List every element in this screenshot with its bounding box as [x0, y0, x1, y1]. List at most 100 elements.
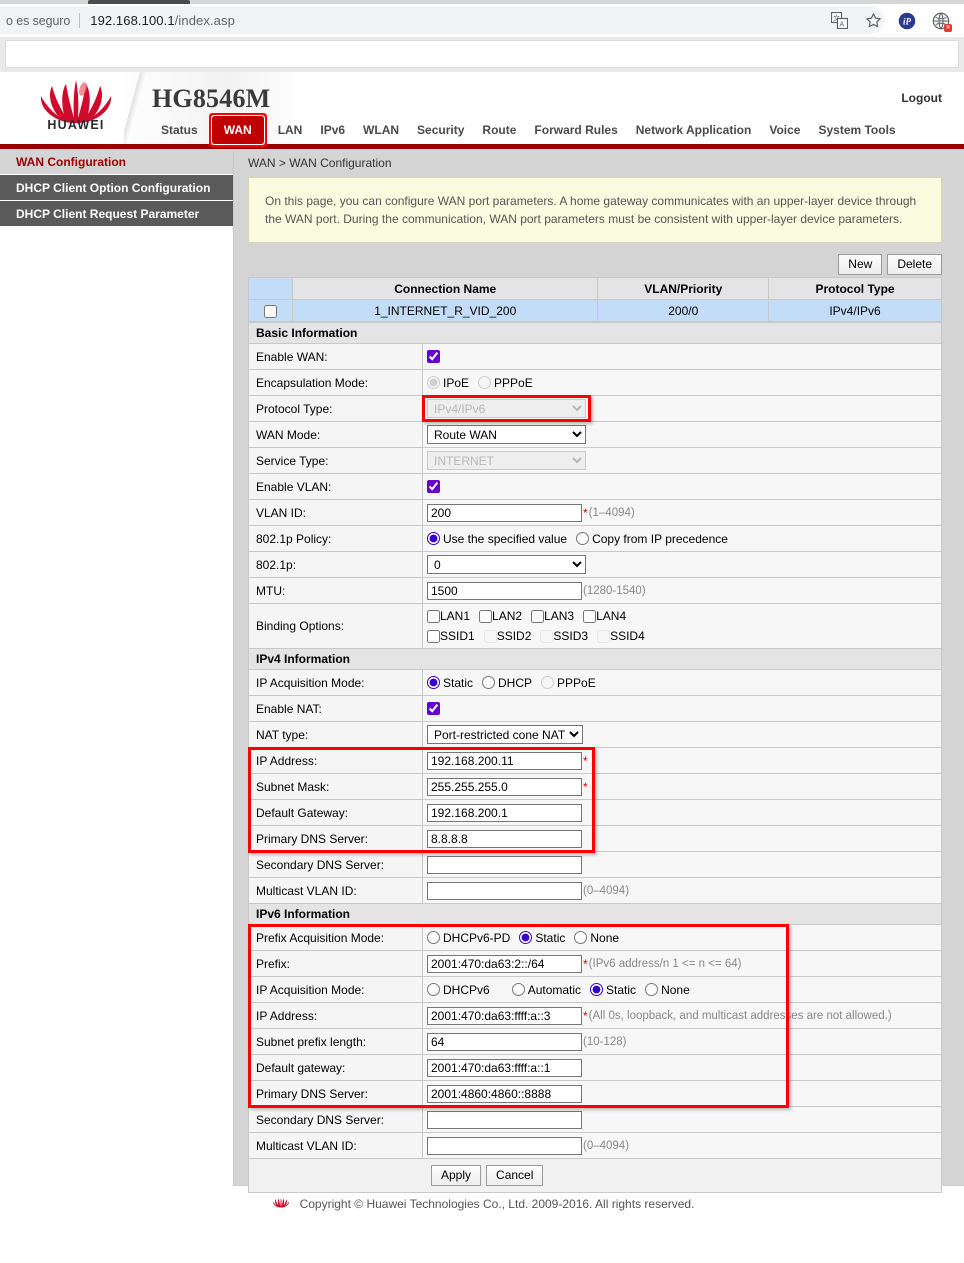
ipv4-address-input[interactable] [427, 752, 582, 770]
ipv6-default-gateway-input[interactable] [427, 1059, 582, 1077]
radio-ipv6-static-input[interactable] [590, 983, 603, 996]
mtu-input[interactable] [427, 582, 582, 600]
wan-mode-select[interactable]: Route WAN [427, 425, 586, 444]
binding-checkbox-ssid1[interactable] [427, 630, 440, 643]
security-status-label[interactable]: o es seguro [6, 14, 70, 28]
nav-item-wlan[interactable]: WLAN [354, 119, 408, 141]
radio-ipv4-dhcp[interactable]: DHCP [482, 676, 532, 690]
ipv6-multicast-vlan-input[interactable] [427, 1137, 582, 1155]
ipv4-primary-dns-input[interactable] [427, 830, 582, 848]
radio-pppoe-input[interactable] [478, 376, 491, 389]
site-header: HUAWEI HG8546M Logout StatusWANLANIPv6WL… [0, 72, 964, 144]
ip-extension-icon[interactable]: iP [898, 12, 916, 30]
bookmark-star-icon[interactable] [864, 12, 882, 30]
sidebar-item-dhcp-client-option-configuration[interactable]: DHCP Client Option Configuration [0, 175, 233, 201]
new-button[interactable]: New [838, 254, 882, 275]
radio-use-specified-value[interactable]: Use the specified value [427, 532, 567, 546]
nat-type-select[interactable]: Port-restricted cone NAT [427, 725, 583, 744]
label-ipv4-address: IP Address: [249, 748, 423, 774]
binding-option-ssid3[interactable]: SSID3 [540, 629, 588, 643]
enable-nat-checkbox[interactable] [427, 702, 440, 715]
radio-dhcpv6-pd-input[interactable] [427, 931, 440, 944]
radio-prefix-static[interactable]: Static [519, 931, 565, 945]
sidebar-item-wan-configuration[interactable]: WAN Configuration [0, 149, 233, 175]
ipv6-secondary-dns-input[interactable] [427, 1111, 582, 1129]
ipv4-default-gateway-input[interactable] [427, 804, 582, 822]
sidebar-filler [0, 227, 233, 1263]
delete-button[interactable]: Delete [887, 254, 942, 275]
radio-copy-from-ip-precedence[interactable]: Copy from IP precedence [576, 532, 728, 546]
nav-item-security[interactable]: Security [408, 119, 473, 141]
table-row[interactable]: 1_INTERNET_R_VID_200200/0IPv4/IPv6 [249, 300, 942, 322]
binding-option-lan1[interactable]: LAN1 [427, 609, 470, 623]
address-bar-url[interactable]: 192.168.100.1/index.asp [90, 13, 235, 28]
binding-option-lan3[interactable]: LAN3 [531, 609, 574, 623]
radio-ipv4-static-input[interactable] [427, 676, 440, 689]
binding-checkbox-ssid3[interactable] [540, 630, 553, 643]
radio-ipv6-none[interactable]: None [645, 983, 690, 997]
subnet-mask-input[interactable] [427, 778, 582, 796]
globe-extension-icon[interactable]: ✕ [932, 12, 950, 30]
nav-item-forward-rules[interactable]: Forward Rules [525, 119, 626, 141]
nav-item-status[interactable]: Status [152, 119, 207, 141]
row-select-cell[interactable] [249, 300, 293, 322]
nav-item-ipv6[interactable]: IPv6 [311, 119, 354, 141]
ipv6-primary-dns-input[interactable] [427, 1085, 582, 1103]
nav-item-system-tools[interactable]: System Tools [809, 119, 904, 141]
nav-item-route[interactable]: Route [473, 119, 525, 141]
binding-checkbox-lan3[interactable] [531, 610, 544, 623]
binding-option-ssid4[interactable]: SSID4 [597, 629, 645, 643]
apply-button[interactable]: Apply [431, 1165, 481, 1186]
radio-ipoe-input[interactable] [427, 376, 440, 389]
sidebar-item-dhcp-client-request-parameter[interactable]: DHCP Client Request Parameter [0, 201, 233, 227]
radio-ipv4-pppoe[interactable]: PPPoE [541, 676, 596, 690]
radio-ipv6-none-input[interactable] [645, 983, 658, 996]
protocol-type-select[interactable]: IPv4/IPv6 [427, 399, 586, 418]
binding-checkbox-ssid2[interactable] [484, 630, 497, 643]
prefix-input[interactable] [427, 955, 582, 973]
nav-item-network-application[interactable]: Network Application [627, 119, 761, 141]
logout-link[interactable]: Logout [901, 91, 942, 105]
radio-ipv4-static[interactable]: Static [427, 676, 473, 690]
radio-dhcpv6[interactable]: DHCPv6 [427, 983, 490, 997]
service-type-select[interactable]: INTERNET [427, 451, 586, 470]
enable-wan-checkbox[interactable] [427, 350, 440, 363]
ipv6-address-input[interactable] [427, 1007, 582, 1025]
row-select-checkbox[interactable] [264, 305, 277, 318]
ipv4-multicast-vlan-input[interactable] [427, 882, 582, 900]
radio-dhcpv6-pd[interactable]: DHCPv6-PD [427, 931, 510, 945]
binding-option-lan4[interactable]: LAN4 [583, 609, 626, 623]
radio-use-specified-value-input[interactable] [427, 532, 440, 545]
radio-ipv4-pppoe-input[interactable] [541, 676, 554, 689]
nav-item-voice[interactable]: Voice [760, 119, 809, 141]
radio-prefix-none-input[interactable] [574, 931, 587, 944]
nav-item-wan[interactable]: WAN [214, 118, 262, 142]
translate-icon[interactable]: 文 A [830, 12, 848, 30]
enable-vlan-checkbox[interactable] [427, 480, 440, 493]
radio-dhcpv6-input[interactable] [427, 983, 440, 996]
radio-ipv6-static[interactable]: Static [590, 983, 636, 997]
8021p-select[interactable]: 0 [427, 555, 586, 574]
subnet-prefix-length-input[interactable] [427, 1033, 582, 1051]
binding-option-ssid2[interactable]: SSID2 [484, 629, 532, 643]
binding-checkbox-lan1[interactable] [427, 610, 440, 623]
ipv4-secondary-dns-input[interactable] [427, 856, 582, 874]
cancel-button[interactable]: Cancel [486, 1165, 543, 1186]
radio-ipoe[interactable]: IPoE [427, 376, 469, 390]
label-mtu: MTU: [249, 578, 423, 604]
binding-checkbox-ssid4[interactable] [597, 630, 610, 643]
bookmarks-empty-field[interactable] [5, 40, 959, 68]
radio-copy-from-ip-precedence-input[interactable] [576, 532, 589, 545]
radio-prefix-static-input[interactable] [519, 931, 532, 944]
nav-item-lan[interactable]: LAN [269, 119, 312, 141]
binding-option-ssid1[interactable]: SSID1 [427, 629, 475, 643]
binding-option-lan2[interactable]: LAN2 [479, 609, 522, 623]
vlan-id-input[interactable] [427, 504, 582, 522]
radio-ipv4-dhcp-input[interactable] [482, 676, 495, 689]
binding-checkbox-lan2[interactable] [479, 610, 492, 623]
radio-ipv6-automatic[interactable]: Automatic [512, 983, 581, 997]
radio-prefix-none[interactable]: None [574, 931, 619, 945]
radio-ipv6-automatic-input[interactable] [512, 983, 525, 996]
binding-checkbox-lan4[interactable] [583, 610, 596, 623]
radio-pppoe[interactable]: PPPoE [478, 376, 533, 390]
